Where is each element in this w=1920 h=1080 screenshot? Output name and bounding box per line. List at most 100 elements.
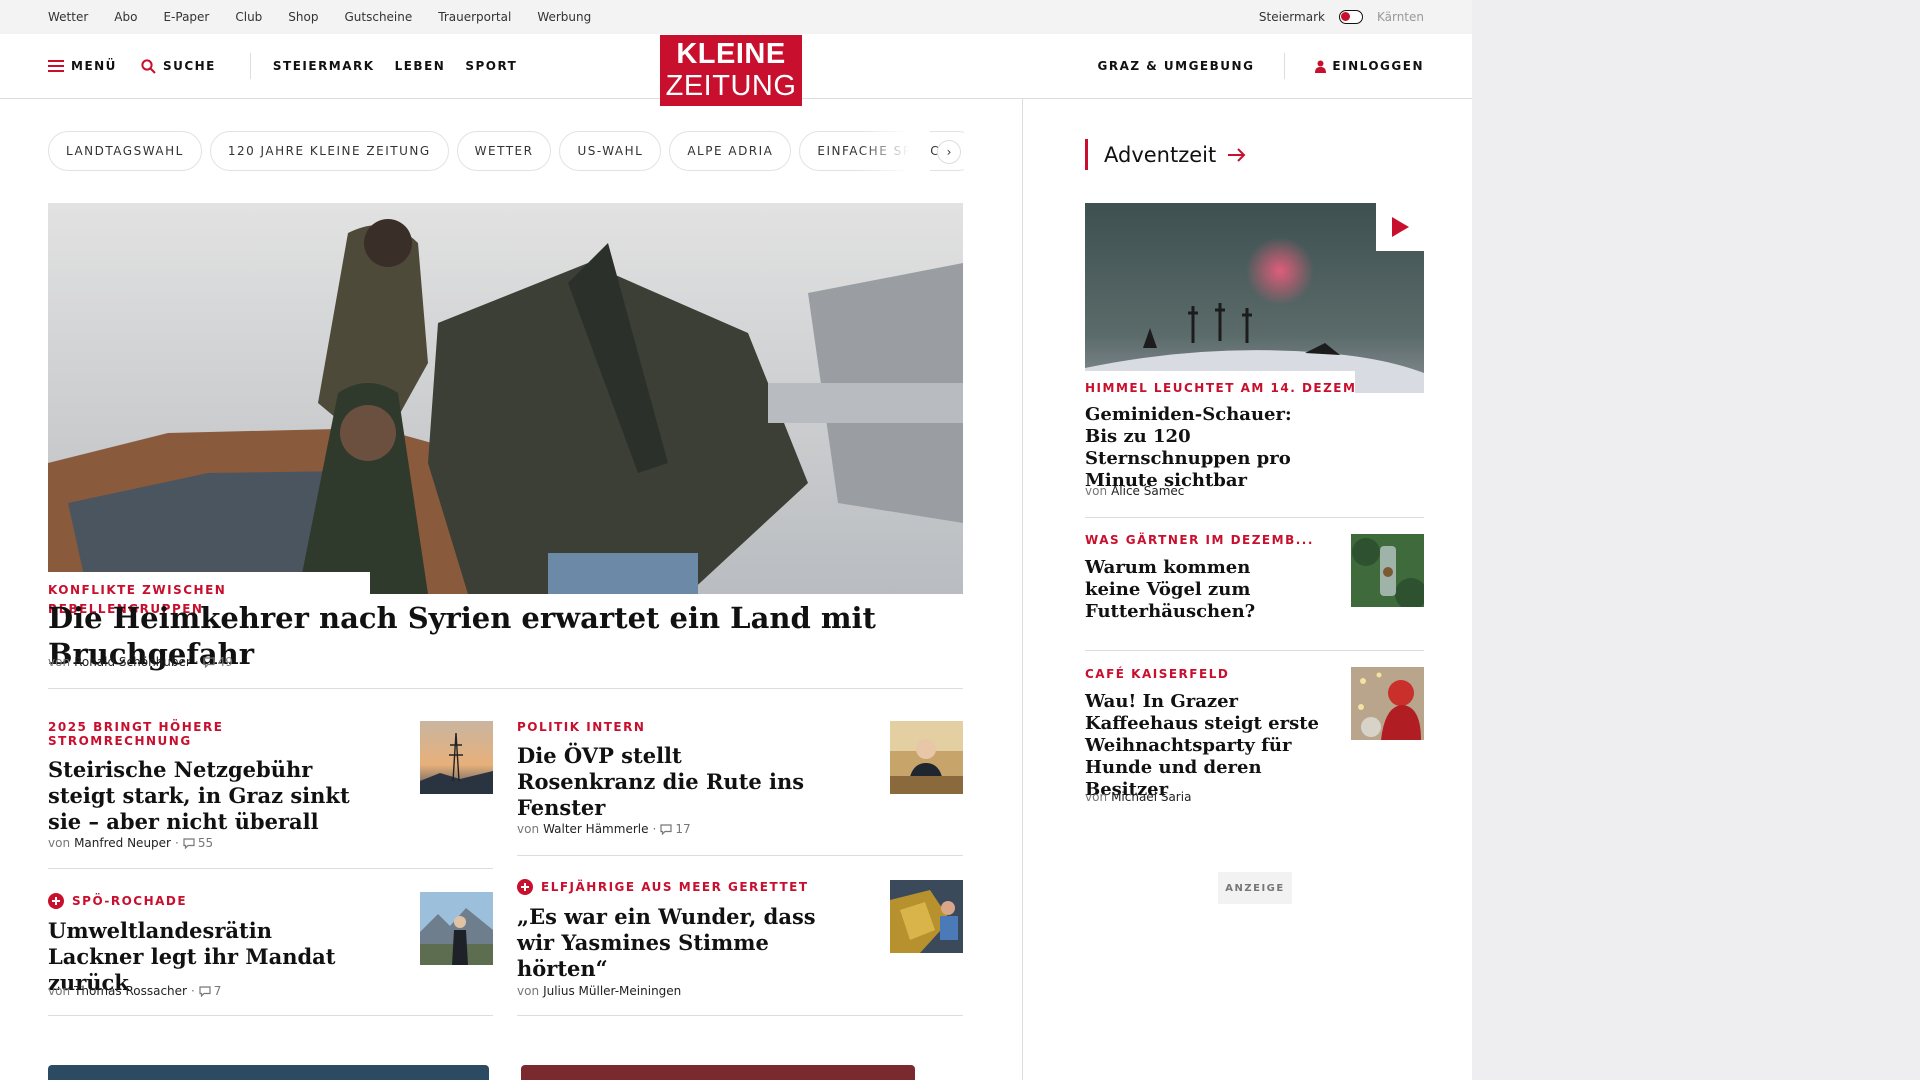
sidebar-headline[interactable]: Warum kommen keine Vögel zum Futterhäusc… (1085, 557, 1285, 623)
teaser-thumbnail[interactable] (890, 880, 963, 953)
by-label: von (1085, 790, 1108, 804)
chips-next-button[interactable]: › (937, 140, 961, 164)
bird-feeder-photo (1351, 534, 1424, 607)
teaser-thumbnail[interactable] (420, 721, 493, 794)
site-logo[interactable]: KLEINE ZEITUNG (660, 35, 802, 106)
sidebar-author[interactable]: Michael Saria (1111, 790, 1191, 804)
sidebar-thumbnail[interactable] (1351, 667, 1424, 740)
utility-link-shop[interactable]: Shop (288, 10, 318, 24)
main-header: MENÜ SUCHE STEIERMARK LEBEN SPORT KLEINE… (0, 34, 1472, 106)
comment-count-value: 17 (675, 822, 691, 836)
topic-chip[interactable]: WETTER (456, 131, 552, 171)
teaser-card[interactable]: SPÖ-ROCHADE Umweltlandesrätin Lackner le… (48, 893, 368, 996)
comment-icon (183, 837, 195, 849)
meta-separator: · (174, 836, 179, 850)
teaser-meta: von Julius Müller-Meiningen (517, 984, 681, 998)
header-divider (249, 53, 251, 79)
nav-steiermark[interactable]: STEIERMARK (273, 59, 375, 73)
sidebar-headline[interactable]: Geminiden-Schauer: Bis zu 120 Sternschnu… (1085, 404, 1320, 492)
search-icon (141, 58, 156, 74)
teaser-kicker: 2025 BRINGT HÖHERE STROMRECHNUNG (48, 720, 224, 748)
user-icon (1315, 60, 1327, 73)
topic-chip[interactable]: ALPE ADRIA (669, 131, 792, 171)
utility-nav: Wetter Abo E-Paper Club Shop Gutscheine … (48, 0, 591, 34)
play-icon (1392, 217, 1409, 237)
utility-link-abo[interactable]: Abo (114, 10, 137, 24)
topic-chip[interactable]: 120 JAHRE KLEINE ZEITUNG (209, 131, 449, 171)
night-sky-photo (1085, 203, 1424, 393)
teaser-card[interactable]: ELFJÄHRIGE AUS MEER GERETTET „Es war ein… (517, 879, 837, 982)
teaser-divider (48, 1015, 493, 1016)
sidebar-thumbnail[interactable] (1351, 534, 1424, 607)
search-button[interactable]: SUCHE (141, 58, 216, 74)
utility-link-club[interactable]: Club (235, 10, 262, 24)
teaser-kicker: SPÖ-ROCHADE (72, 894, 188, 908)
video-play-button[interactable] (1376, 203, 1424, 251)
meta-separator: · (190, 984, 195, 998)
login-button[interactable]: EINLOGGEN (1315, 59, 1424, 73)
utility-link-gutscheine[interactable]: Gutscheine (344, 10, 412, 24)
nav-sport[interactable]: SPORT (465, 59, 517, 73)
power-line-photo (420, 721, 493, 794)
region-toggle[interactable] (1338, 10, 1363, 24)
region-other[interactable]: Kärnten (1377, 10, 1424, 24)
utility-link-epaper[interactable]: E-Paper (163, 10, 209, 24)
by-label: von (48, 836, 71, 850)
utility-link-trauerportal[interactable]: Trauerportal (438, 10, 511, 24)
next-card-image[interactable] (521, 1065, 915, 1080)
utility-link-wetter[interactable]: Wetter (48, 10, 88, 24)
teaser-headline[interactable]: Steirische Netzgebühr steigt stark, in G… (48, 757, 368, 835)
menu-button[interactable]: MENÜ (48, 59, 117, 73)
rescue-photo (890, 880, 963, 953)
sidebar-card[interactable]: WAS GÄRTNER IM DEZEMB... Warum kommen ke… (1085, 533, 1312, 623)
sidebar-divider (1085, 517, 1424, 518)
teaser-headline[interactable]: „Es war ein Wunder, dass wir Yasmines St… (517, 904, 837, 982)
main-nav: STEIERMARK LEBEN SPORT (273, 59, 517, 73)
teaser-card[interactable]: 2025 BRINGT HÖHERE STROMRECHNUNG Steiris… (48, 720, 368, 835)
teaser-thumbnail[interactable] (420, 892, 493, 965)
comment-count[interactable]: 17 (660, 822, 691, 836)
nav-leben[interactable]: LEBEN (395, 59, 446, 73)
hero-author[interactable]: Ronald Schönhuber (74, 655, 191, 669)
teaser-kicker-row: ELFJÄHRIGE AUS MEER GERETTET (517, 879, 837, 895)
region-current[interactable]: Steiermark (1259, 10, 1325, 24)
by-label: von (517, 822, 540, 836)
hero-kicker-box: KONFLIKTE ZWISCHEN REBELLENGRUPPEN (48, 572, 370, 616)
teaser-card[interactable]: POLITIK INTERN Die ÖVP stellt Rosenkranz… (517, 720, 817, 821)
comment-icon (203, 656, 215, 668)
sidebar-card[interactable]: CAFÉ KAISERFELD Wau! In Grazer Kaffeehau… (1085, 667, 1335, 801)
comment-count-value: 7 (213, 984, 222, 998)
local-region-link[interactable]: GRAZ & UMGEBUNG (1098, 59, 1255, 73)
sidebar-meta: von Michael Saria (1085, 790, 1191, 804)
logo-line-2: ZEITUNG (665, 70, 797, 102)
section-heading-adventzeit[interactable]: Adventzeit (1085, 139, 1247, 170)
sidebar-feature-image[interactable] (1085, 203, 1424, 393)
teaser-headline[interactable]: Die ÖVP stellt Rosenkranz die Rute ins F… (517, 743, 817, 821)
ad-label: ANZEIGE (1218, 872, 1292, 904)
by-label: von (48, 984, 71, 998)
mountain-portrait-photo (420, 892, 493, 965)
comment-count[interactable]: 49 (203, 655, 233, 669)
teaser-author[interactable]: Thomas Rossacher (74, 984, 187, 998)
utility-link-werbung[interactable]: Werbung (537, 10, 591, 24)
topic-chip[interactable]: LANDTAGSWAHL (48, 131, 202, 171)
teaser-author[interactable]: Julius Müller-Meiningen (543, 984, 681, 998)
header-divider-right (1284, 53, 1286, 79)
sidebar-kicker: CAFÉ KAISERFELD (1085, 667, 1230, 681)
topic-chip[interactable]: US-WAHL (559, 131, 662, 171)
comment-count[interactable]: 55 (183, 836, 213, 850)
teaser-divider (48, 868, 493, 869)
hero-image[interactable] (48, 203, 963, 594)
teaser-meta: von Manfred Neuper · 55 (48, 836, 213, 850)
comment-count[interactable]: 7 (199, 984, 222, 998)
teaser-author[interactable]: Walter Hämmerle (543, 822, 648, 836)
sidebar-author[interactable]: Alice Samec (1111, 484, 1184, 498)
hero-photo-illustration (48, 203, 963, 594)
next-card-image[interactable] (48, 1065, 489, 1080)
hero-meta: von Ronald Schönhuber · 49 (48, 655, 233, 669)
sidebar-headline[interactable]: Wau! In Grazer Kaffeehaus steigt erste W… (1085, 691, 1330, 801)
teaser-thumbnail[interactable] (890, 721, 963, 794)
column-divider (1022, 99, 1023, 1080)
sidebar-divider (1085, 650, 1424, 651)
teaser-author[interactable]: Manfred Neuper (74, 836, 171, 850)
